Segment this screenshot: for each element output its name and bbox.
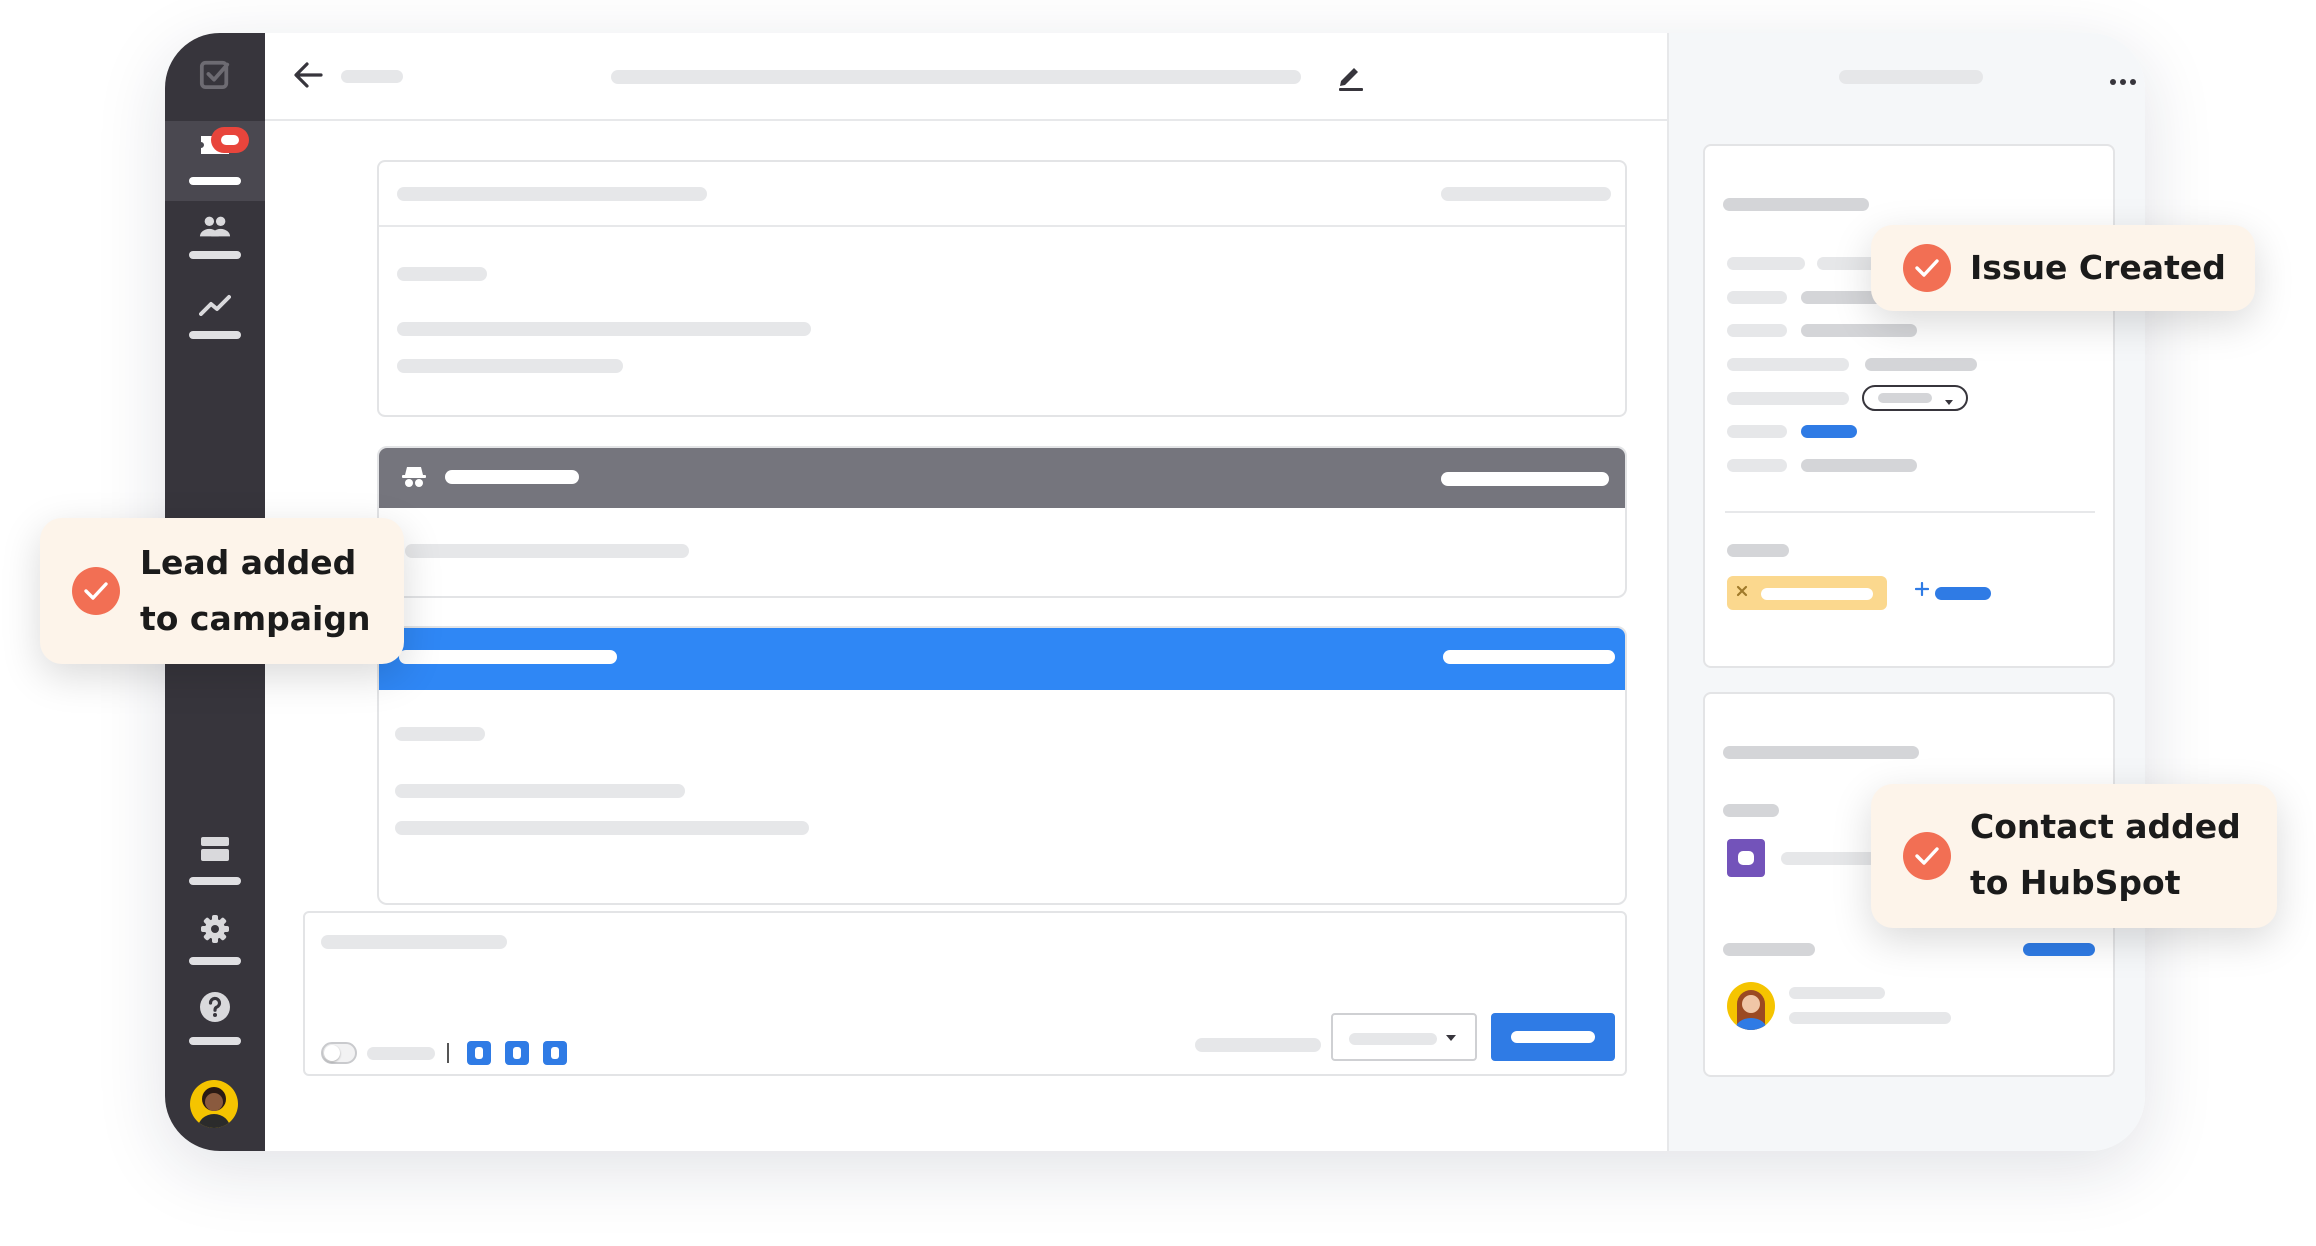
note-timestamp (1441, 472, 1609, 486)
card-title (1723, 746, 1919, 759)
format-button[interactable] (543, 1041, 567, 1065)
inbox-icon (199, 833, 231, 865)
header (265, 33, 1667, 121)
plus-icon[interactable] (1914, 581, 1930, 601)
note-line (405, 544, 689, 558)
toast-text: Issue Created (1970, 248, 2226, 287)
gear-icon (199, 913, 231, 945)
priority-select[interactable] (1862, 385, 1968, 411)
toast-contact-added: Contact added to HubSpot (1871, 784, 2277, 928)
reply-line (395, 727, 485, 741)
note-author (445, 470, 579, 484)
format-button[interactable] (505, 1041, 529, 1065)
breadcrumb[interactable] (341, 70, 403, 83)
help-icon (199, 991, 231, 1023)
check-square-icon[interactable] (199, 58, 231, 90)
chevron-down-icon (1944, 394, 1954, 412)
message-line (397, 267, 487, 281)
composer-hint (1195, 1038, 1321, 1052)
message-author (397, 187, 707, 201)
toggle-label (367, 1047, 435, 1060)
check-circle-icon (72, 567, 120, 615)
add-tag-link[interactable] (1935, 587, 1991, 600)
users-icon (199, 211, 231, 243)
toast-text: Lead added to campaign (140, 543, 371, 638)
check-circle-icon (1903, 832, 1951, 880)
sidebar-item-settings[interactable] (165, 905, 265, 985)
sidebar-item-label (189, 877, 241, 885)
pencil-icon[interactable] (1335, 61, 1365, 96)
customer-panel (1667, 33, 2145, 1151)
sidebar-item-reports[interactable] (165, 281, 265, 361)
assignee-link[interactable] (1801, 425, 1857, 438)
sidebar-item-label (189, 957, 241, 965)
reply-card (377, 626, 1627, 905)
message-timestamp (1441, 187, 1611, 201)
message-card (377, 160, 1627, 417)
sidebar-item-label (189, 331, 241, 339)
sidebar-item-label (189, 1037, 241, 1045)
tags-label (1727, 544, 1789, 557)
sidebar-item-label (189, 177, 241, 185)
toast-issue-created: Issue Created (1871, 225, 2255, 311)
page-title (611, 70, 1301, 84)
message-line (397, 359, 623, 373)
chevron-down-icon (1445, 1031, 1457, 1049)
toast-text: Contact added to HubSpot (1970, 807, 2241, 902)
format-button[interactable] (467, 1041, 491, 1065)
sidebar-item-help[interactable] (165, 985, 265, 1065)
sidebar-item-contacts[interactable] (165, 201, 265, 281)
notification-badge (211, 127, 249, 153)
composer-placeholder (321, 935, 507, 949)
sidebar-item-tickets[interactable] (165, 121, 265, 201)
app-window (165, 33, 2145, 1151)
internal-note-card (377, 446, 1627, 598)
send-button[interactable] (1491, 1013, 1615, 1061)
integration-icon[interactable] (1727, 839, 1765, 877)
panel-title (1839, 70, 1983, 84)
tag-chip[interactable] (1727, 576, 1887, 610)
card-title (1723, 198, 1869, 211)
sidebar-item-label (189, 251, 241, 259)
ticket-view (265, 33, 1667, 1151)
reply-author (399, 650, 617, 664)
status-dropdown[interactable] (1331, 1013, 1477, 1061)
message-line (397, 322, 811, 336)
note-header (379, 448, 1625, 508)
reply-line (395, 784, 685, 798)
avatar (1727, 982, 1775, 1030)
avatar[interactable] (190, 1080, 238, 1128)
sidebar-item-inbox[interactable] (165, 825, 265, 905)
toggle[interactable] (321, 1042, 357, 1064)
ticket-properties-card (1703, 144, 2115, 668)
more-horizontal-icon[interactable] (2109, 73, 2137, 91)
reply-line (395, 821, 809, 835)
check-circle-icon (1903, 244, 1951, 292)
reply-composer[interactable] (303, 911, 1627, 1076)
close-icon[interactable] (1736, 584, 1748, 602)
reply-timestamp (1443, 650, 1615, 664)
arrow-left-icon[interactable] (293, 61, 323, 94)
incognito-icon (401, 466, 427, 493)
toast-lead-added: Lead added to campaign (40, 518, 404, 664)
integration-link[interactable] (2023, 943, 2095, 956)
chart-icon (199, 289, 231, 321)
reply-header (379, 628, 1625, 690)
